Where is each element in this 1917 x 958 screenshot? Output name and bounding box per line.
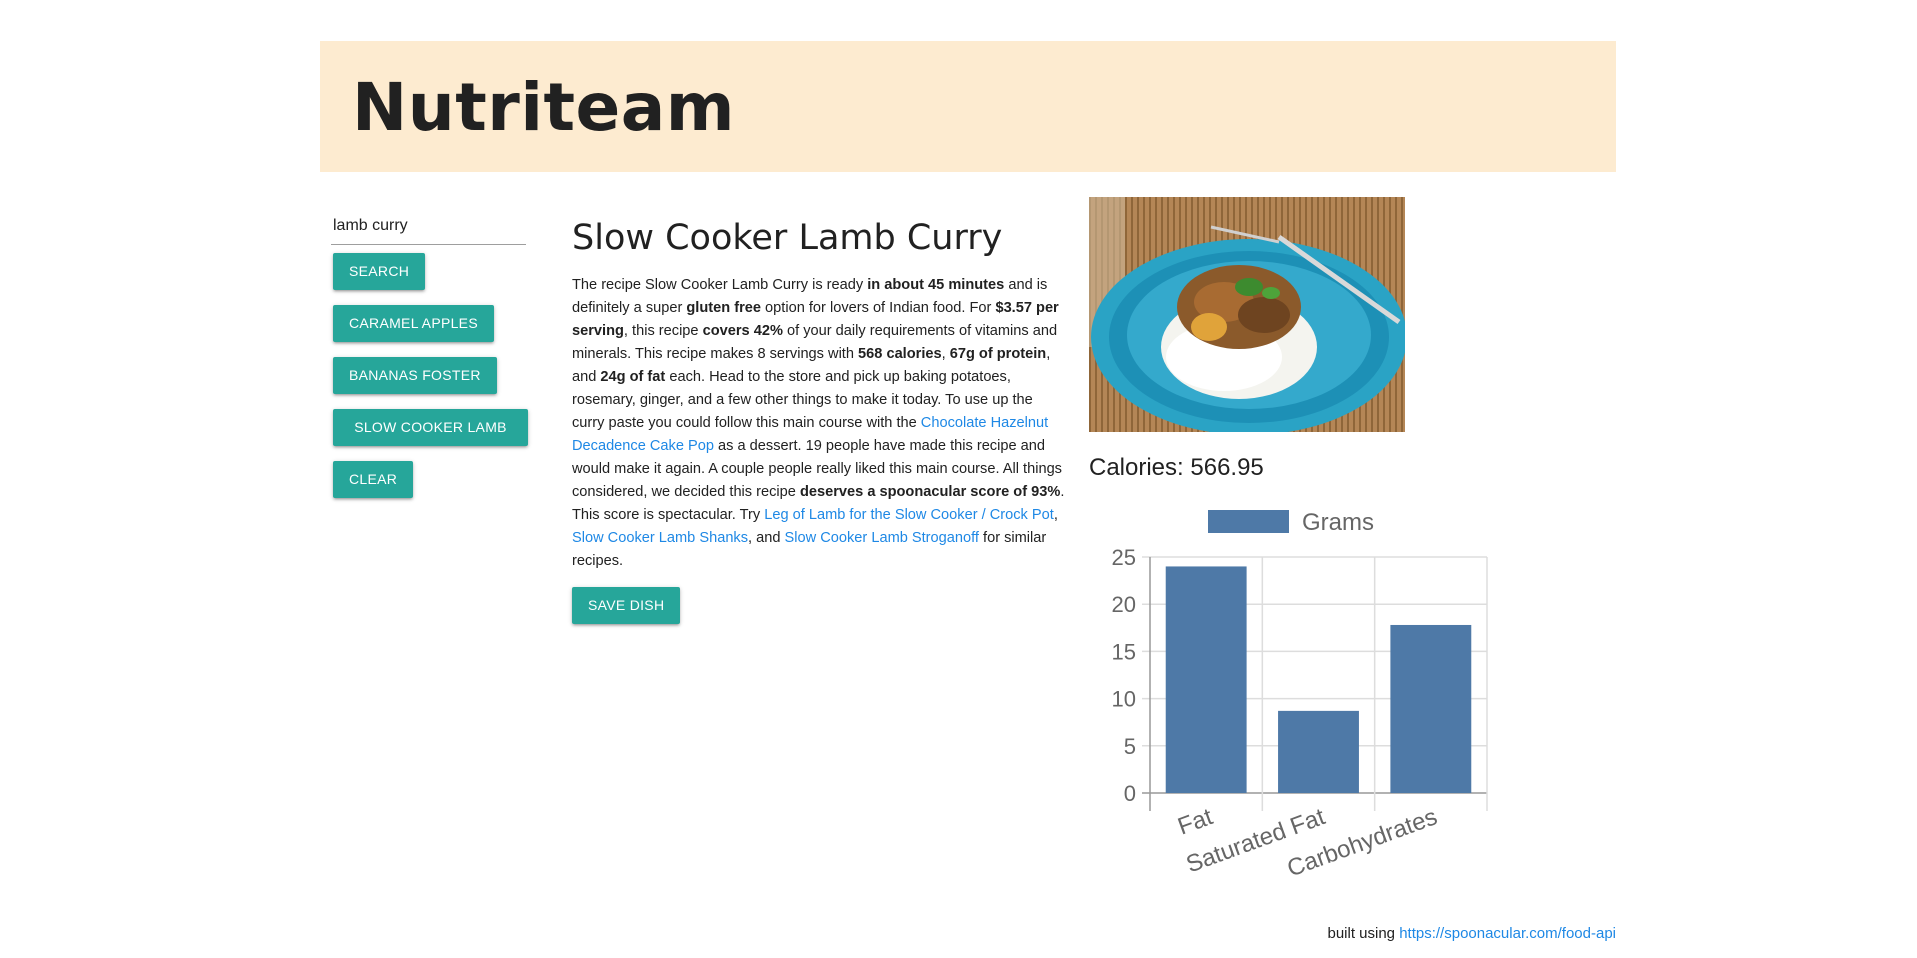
legend-label: Grams	[1302, 509, 1374, 536]
recipe-summary: The recipe Slow Cooker Lamb Curry is rea…	[572, 274, 1068, 573]
bar-fat	[1165, 566, 1247, 793]
x-tick-label: Fat	[1174, 803, 1216, 840]
legend-swatch	[1208, 510, 1289, 533]
saved-dish-bananas-foster-button[interactable]: BANANAS FOSTER	[333, 357, 497, 394]
summary-text: , and	[748, 530, 785, 546]
y-tick-label: 20	[1112, 592, 1136, 617]
y-tick-label: 25	[1112, 545, 1136, 570]
app-title: Nutriteam	[352, 69, 736, 146]
bar-saturated-fat	[1278, 710, 1359, 793]
recipe-title: Slow Cooker Lamb Curry	[572, 218, 1003, 258]
summary-text: , this recipe	[623, 323, 703, 339]
calories-label: Calories: 566.95	[1089, 454, 1264, 481]
summary-bold: 67g of protein	[949, 346, 1047, 362]
summary-bold: 24g of fat	[600, 369, 666, 385]
summary-bold: 568 calories	[858, 346, 942, 362]
summary-text: option for lovers of Indian food. For	[761, 300, 996, 316]
search-input[interactable]	[331, 207, 526, 245]
summary-bold: gluten free	[686, 300, 761, 316]
footer: built using https://spoonacular.com/food…	[1327, 925, 1616, 942]
footer-text: built using	[1327, 925, 1400, 942]
y-tick-label: 5	[1124, 734, 1136, 759]
summary-bold: covers 42%	[702, 323, 783, 339]
app-header: Nutriteam	[320, 41, 1616, 172]
save-dish-button[interactable]: SAVE DISH	[572, 587, 681, 624]
summary-text: ,	[1053, 507, 1058, 523]
search-button[interactable]: SEARCH	[333, 253, 426, 290]
similar-recipe-link[interactable]: Slow Cooker Lamb Shanks	[572, 530, 748, 546]
saved-dish-caramel-apples-button[interactable]: CARAMEL APPLES	[333, 305, 494, 342]
similar-recipe-link[interactable]: Leg of Lamb for the Slow Cooker / Crock …	[764, 507, 1054, 523]
summary-bold: deserves a spoonacular score of 93%	[799, 484, 1061, 500]
y-tick-label: 10	[1112, 687, 1136, 712]
y-tick-label: 15	[1112, 639, 1136, 664]
saved-dish-slow-cooker-lamb-button[interactable]: SLOW COOKER LAMB	[333, 409, 528, 446]
summary-text: ,	[941, 346, 950, 362]
recipe-photo	[1089, 197, 1405, 432]
spoonacular-link[interactable]: https://spoonacular.com/food-api	[1399, 925, 1616, 942]
nutrient-bar-chart: Grams0510152025FatSaturated FatCarbohydr…	[1112, 509, 1488, 882]
summary-text: The recipe Slow Cooker Lamb Curry is rea…	[572, 277, 868, 293]
similar-recipe-link[interactable]: Slow Cooker Lamb Stroganoff	[785, 530, 979, 546]
recipe-image	[1089, 197, 1405, 432]
y-tick-label: 0	[1124, 781, 1136, 806]
summary-bold: in about 45 minutes	[867, 277, 1005, 293]
clear-button[interactable]: CLEAR	[333, 461, 414, 498]
nutrient-chart: Grams 0 5 10 15 20 25 Fat Saturated Fat Carbohydr…	[1089, 498, 1509, 898]
bar-carbohydrates	[1390, 624, 1472, 793]
